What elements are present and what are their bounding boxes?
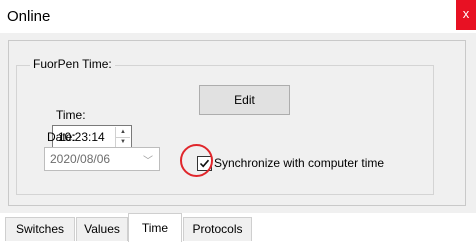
- time-label: Time:: [56, 108, 86, 122]
- tab-protocols[interactable]: Protocols: [183, 217, 252, 241]
- title-bar: Online x: [0, 0, 476, 33]
- group-label: FuorPen Time:: [30, 57, 115, 71]
- chevron-down-icon[interactable]: ﹀: [143, 152, 153, 167]
- sync-label[interactable]: Synchronize with computer time: [214, 156, 384, 170]
- date-value[interactable]: 2020/08/06: [50, 152, 110, 166]
- checkmark-icon[interactable]: [199, 158, 210, 169]
- time-spinner[interactable]: ▲ ▼: [115, 127, 130, 147]
- online-dialog: Online x FuorPen Time: Time: 10:23:14 ▲ …: [0, 0, 476, 242]
- date-picker[interactable]: 2020/08/06 ﹀: [44, 147, 160, 171]
- sync-checkbox[interactable]: [197, 156, 212, 171]
- tab-values[interactable]: Values: [76, 217, 128, 241]
- close-icon[interactable]: x: [463, 6, 470, 21]
- spin-down-icon[interactable]: ▼: [116, 137, 130, 147]
- date-label: Date:: [47, 130, 76, 144]
- tab-switches[interactable]: Switches: [5, 217, 75, 241]
- window-title: Online: [7, 8, 51, 25]
- tab-time[interactable]: Time: [128, 213, 182, 242]
- edit-button[interactable]: Edit: [199, 85, 290, 115]
- close-button[interactable]: x: [456, 0, 476, 30]
